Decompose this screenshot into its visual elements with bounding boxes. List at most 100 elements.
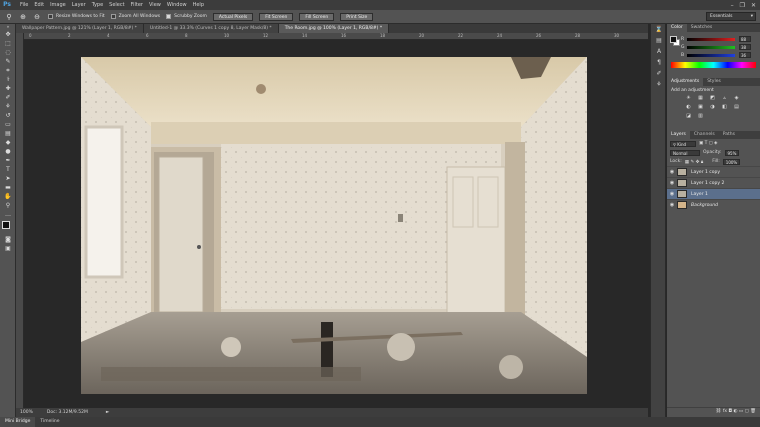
path-select-icon[interactable]: ➤ [0, 174, 16, 183]
clone-stamp-icon[interactable]: ⚘ [0, 102, 16, 111]
delete-icon[interactable]: 🗑︎ [750, 409, 756, 414]
gradient-tool-icon[interactable]: ▤ [0, 129, 16, 138]
hand-tool-icon[interactable]: ✋ [0, 192, 16, 201]
eyedropper-tool-icon[interactable]: ⚕ [0, 75, 16, 84]
slider-green[interactable]: G 38 [667, 43, 760, 51]
tab-adjustments[interactable]: Adjustments [667, 78, 704, 86]
layer-name[interactable]: Layer 1 [691, 192, 708, 197]
scrubby-zoom-checkbox[interactable]: Scrubby Zoom [166, 14, 207, 19]
menu-view[interactable]: View [149, 0, 161, 10]
hue-saturation-icon[interactable]: ◐ [685, 104, 692, 111]
slider-blue[interactable]: B 36 [667, 51, 760, 59]
zoom-tool-icon[interactable]: ⚲ [0, 201, 16, 210]
shape-tool-icon[interactable]: ▬ [0, 183, 16, 192]
move-tool-icon[interactable]: ✥ [0, 30, 16, 39]
layer-name[interactable]: Layer 1 copy 2 [691, 181, 724, 186]
menu-window[interactable]: Window [167, 0, 187, 10]
brush-tool-icon[interactable]: ✐ [0, 93, 16, 102]
zoom-in-icon[interactable]: ⊕ [18, 12, 28, 22]
tab-layers[interactable]: Layers [667, 131, 690, 139]
marquee-tool-icon[interactable]: ⬚ [0, 39, 16, 48]
zoom-all-windows-checkbox[interactable]: Zoom All Windows [110, 14, 160, 19]
channel-mixer-icon[interactable]: ▤ [733, 104, 740, 111]
adjustment-layer-icon[interactable]: ◐ [734, 409, 738, 414]
checkbox-box[interactable] [166, 14, 172, 19]
menu-layer[interactable]: Layer [72, 0, 86, 10]
history-brush-icon[interactable]: ↺ [0, 111, 16, 120]
levels-icon[interactable]: ▦ [697, 95, 704, 102]
lasso-tool-icon[interactable]: ◌ [0, 48, 16, 57]
layer-row[interactable]: ◉ Layer 1 copy [667, 166, 760, 177]
brightness-icon[interactable]: ☀ [685, 95, 692, 102]
dodge-tool-icon[interactable]: ● [0, 147, 16, 156]
fill-field[interactable]: 100% [722, 158, 741, 165]
menu-image[interactable]: Image [50, 0, 66, 10]
color-swatch-fg[interactable] [670, 36, 677, 43]
tab-styles[interactable]: Styles [703, 78, 725, 86]
opacity-field[interactable]: 95% [724, 149, 740, 156]
tab-the-room[interactable]: The Room.jpg @ 100% (Layer 1, RGB/8#) * [278, 24, 390, 33]
layer-name[interactable]: Background [691, 203, 718, 208]
visibility-eye-icon[interactable]: ◉ [667, 202, 677, 208]
checkbox-box[interactable] [48, 14, 53, 19]
menu-edit[interactable]: Edit [34, 0, 44, 10]
history-panel-icon[interactable]: ⌛ [651, 24, 667, 35]
vibrance-icon[interactable]: ◈ [733, 95, 740, 102]
type-tool-icon[interactable]: T [0, 165, 16, 174]
slider-track[interactable] [687, 45, 735, 49]
menu-filter[interactable]: Filter [131, 0, 143, 10]
channel-value[interactable]: 38 [739, 44, 751, 50]
kind-filter-select[interactable]: ⚲ Kind [670, 140, 696, 147]
actual-pixels-button[interactable]: Actual Pixels [212, 12, 254, 21]
slider-track[interactable] [687, 53, 735, 57]
tab-wallpaper-pattern[interactable]: Wallpaper Pattern.jpg @ 121% (Layer 1, R… [16, 24, 144, 33]
visibility-eye-icon[interactable]: ◉ [667, 180, 677, 186]
slider-red[interactable]: R 88 [667, 35, 760, 43]
screen-mode-icon[interactable]: ▣ [0, 244, 16, 253]
visibility-eye-icon[interactable]: ◉ [667, 169, 677, 175]
status-menu-arrow-icon[interactable]: ► [106, 410, 109, 415]
tab-swatches[interactable]: Swatches [687, 24, 717, 32]
tab-untitled-1[interactable]: Untitled-1 @ 33.3% (Curves 1 copy 8, Lay… [143, 24, 279, 33]
layer-name[interactable]: Layer 1 copy [691, 170, 720, 175]
tab-mini-bridge[interactable]: Mini Bridge [0, 417, 36, 427]
menu-help[interactable]: Help [193, 0, 204, 10]
color-swatches[interactable] [0, 219, 16, 235]
workspace-select[interactable]: Essentials ▾ [706, 12, 756, 21]
color-balance-icon[interactable]: ▣ [697, 104, 704, 111]
healing-brush-icon[interactable]: ✚ [0, 84, 16, 93]
more-tools-icon[interactable]: … [0, 210, 16, 219]
canvas-area[interactable] [24, 40, 648, 408]
link-icon[interactable]: ⛓ [716, 409, 722, 414]
minimize-icon[interactable]: – [731, 2, 734, 9]
layer-row[interactable]: ◉ Layer 1 copy 2 [667, 177, 760, 188]
blur-tool-icon[interactable]: ◆ [0, 138, 16, 147]
pen-tool-icon[interactable]: ✒ [0, 156, 16, 165]
zoom-out-icon[interactable]: ⊖ [32, 12, 42, 22]
black-white-icon[interactable]: ◑ [709, 104, 716, 111]
exposure-icon[interactable]: ▵ [721, 95, 728, 102]
character-panel-icon[interactable]: A [651, 46, 667, 57]
fx-icon[interactable]: fx [723, 409, 727, 414]
tab-channels[interactable]: Channels [690, 131, 719, 139]
gradient-map-icon[interactable]: ▥ [697, 113, 704, 120]
resize-windows-checkbox[interactable]: Resize Windows to Fit [48, 14, 105, 19]
slider-track[interactable] [687, 37, 735, 41]
fit-screen-button[interactable]: Fit Screen [259, 12, 294, 21]
visibility-eye-icon[interactable]: ◉ [667, 191, 677, 197]
print-size-button[interactable]: Print Size [340, 12, 374, 21]
quick-mask-icon[interactable]: ◙ [0, 235, 16, 244]
restore-icon[interactable]: ❐ [740, 2, 745, 9]
tab-paths[interactable]: Paths [719, 131, 739, 139]
quick-select-tool-icon[interactable]: ✎ [0, 57, 16, 66]
lock-icons[interactable]: ▦ ✎ ✥ 🔒︎ [685, 159, 703, 165]
brush-panel-icon[interactable]: ✐ [651, 68, 667, 79]
blend-mode-select[interactable]: Normal [670, 149, 700, 156]
eraser-tool-icon[interactable]: ▭ [0, 120, 16, 129]
menu-file[interactable]: File [20, 0, 28, 10]
close-icon[interactable]: ✕ [751, 2, 756, 9]
group-icon[interactable]: ▭ [739, 409, 743, 414]
channel-value[interactable]: 88 [739, 36, 751, 42]
channel-value[interactable]: 36 [739, 52, 751, 58]
invert-icon[interactable]: ◪ [685, 113, 692, 120]
